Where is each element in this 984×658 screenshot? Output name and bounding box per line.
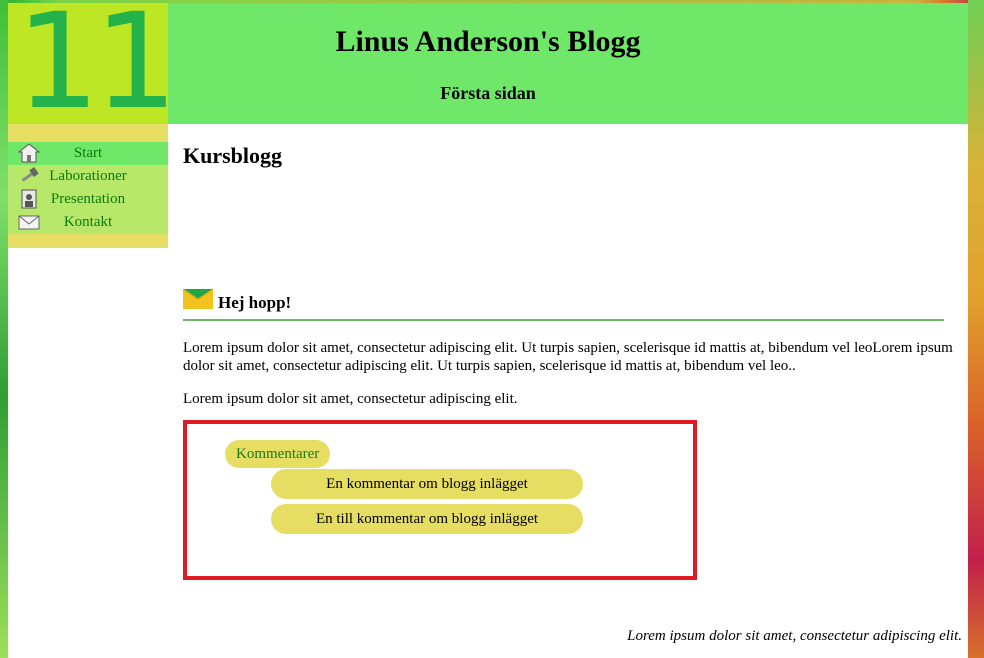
background-leaf-left	[0, 0, 8, 658]
nav-item-presentation[interactable]: Presentation	[8, 188, 168, 211]
nav-item-label: Laborationer	[49, 168, 127, 184]
nav-item-label: Start	[73, 145, 103, 161]
post-paragraph: Lorem ipsum dolor sit amet, consectetur …	[183, 340, 953, 374]
logo: 11	[8, 3, 168, 124]
nav-item-kontakt[interactable]: Kontakt	[8, 211, 168, 234]
post-paragraph: Lorem ipsum dolor sit amet, consectetur …	[183, 391, 518, 407]
nav-item-start[interactable]: Start	[8, 142, 168, 165]
envelope-icon	[18, 212, 40, 232]
page-container: 11 Linus Anderson's Blogg Första sidan S…	[8, 3, 968, 658]
envelope-icon	[182, 288, 214, 309]
nav-item-laborationer[interactable]: Laborationer	[8, 165, 168, 188]
site-header: Linus Anderson's Blogg Första sidan	[168, 3, 968, 124]
background-leaf-right	[968, 0, 984, 658]
footer-text: Lorem ipsum dolor sit amet, consectetur …	[627, 628, 962, 644]
post-title: Hej hopp!	[218, 293, 292, 312]
section-title: Kursblogg	[183, 143, 283, 168]
portrait-icon	[18, 189, 40, 209]
hammer-icon	[18, 166, 40, 186]
sidebar-nav: Start Laborationer Presentation Kontakt	[8, 124, 168, 248]
post-heading: Hej hopp!	[182, 288, 944, 321]
site-subtitle: Första sidan	[440, 83, 536, 103]
nav-list: Start Laborationer Presentation Kontakt	[8, 142, 168, 234]
comment-item: En till kommentar om blogg inlägget	[271, 504, 583, 534]
nav-item-label: Kontakt	[63, 214, 113, 230]
home-icon	[18, 143, 40, 163]
site-title: Linus Anderson's Blogg	[335, 25, 641, 58]
nav-item-label: Presentation	[50, 191, 126, 207]
comments-section: Kommentarer En kommentar om blogg inlägg…	[183, 420, 697, 580]
logo-number: 11	[16, 3, 168, 124]
comment-item: En kommentar om blogg inlägget	[271, 469, 583, 499]
comments-toggle[interactable]: Kommentarer	[225, 440, 331, 468]
